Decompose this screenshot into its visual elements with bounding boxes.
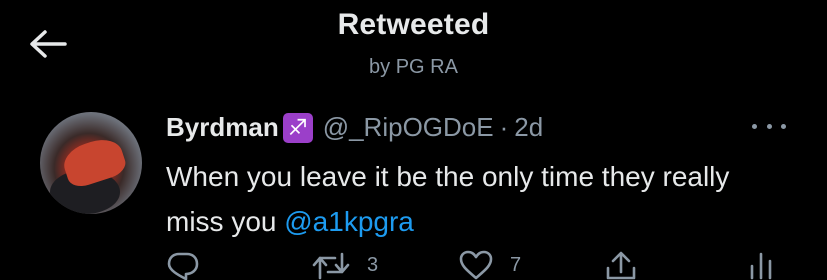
- analytics-icon: [750, 252, 772, 280]
- retweet-count: 3: [367, 253, 379, 276]
- mention-link[interactable]: @a1kpgra: [284, 206, 414, 237]
- more-dot: [781, 123, 786, 129]
- avatar[interactable]: [40, 112, 142, 214]
- tweet-actions: 3 7: [166, 250, 786, 280]
- tweet-body: When you leave it be the only time they …: [166, 161, 730, 237]
- timestamp[interactable]: 2d: [514, 112, 543, 143]
- share-icon: [606, 251, 636, 280]
- like-button[interactable]: 7: [458, 250, 521, 280]
- like-count: 7: [510, 253, 522, 276]
- reply-icon: [167, 252, 199, 280]
- avatar-cap: [59, 133, 129, 191]
- tweet[interactable]: Byrdman ♐ @_RipOGDoE · 2d When you leave…: [0, 100, 827, 280]
- sagittarius-emoji-icon: ♐: [282, 112, 313, 143]
- retweeted-by-label: by PG RA: [369, 56, 458, 78]
- retweet-icon: [312, 252, 350, 280]
- heart-icon: [459, 250, 493, 280]
- share-button[interactable]: [604, 250, 638, 280]
- separator: ·: [499, 112, 509, 142]
- display-name[interactable]: Byrdman: [166, 112, 279, 143]
- retweet-button[interactable]: 3: [311, 250, 378, 280]
- tweet-header: Byrdman ♐ @_RipOGDoE · 2d: [166, 112, 543, 143]
- more-horizontal-icon: [752, 123, 757, 129]
- page-title: Retweeted: [337, 8, 490, 41]
- top-bar: Retweeted by PG RA: [0, 0, 827, 90]
- analytics-button[interactable]: [746, 250, 776, 280]
- more-dot: [766, 123, 772, 129]
- reply-button[interactable]: [166, 250, 200, 280]
- more-options-button[interactable]: [752, 114, 786, 138]
- tweet-text: When you leave it be the only time they …: [166, 154, 766, 244]
- user-handle[interactable]: @_RipOGDoE: [323, 112, 494, 143]
